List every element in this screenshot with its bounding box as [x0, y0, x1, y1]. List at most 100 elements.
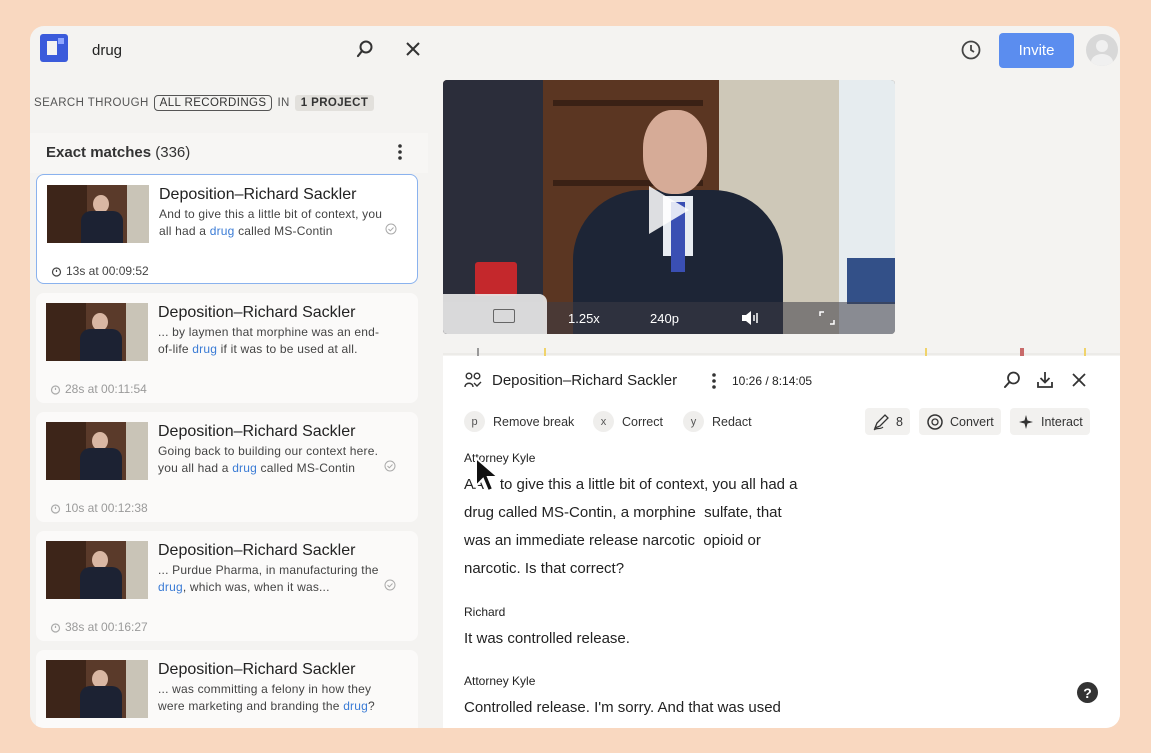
transcript-paragraph[interactable]: It was controlled release. [464, 625, 864, 653]
matches-header: Exact matches (336) [30, 133, 428, 173]
status-check-icon [384, 579, 396, 591]
redact-tool[interactable]: y Redact [683, 411, 752, 432]
matches-count: (336) [155, 144, 191, 161]
volume-icon[interactable] [740, 309, 760, 327]
transcript-search-icon[interactable] [1002, 370, 1022, 390]
interact-button[interactable]: Interact [1010, 408, 1090, 435]
shortcut-key: x [593, 411, 614, 432]
history-icon[interactable] [960, 39, 982, 61]
speaker-name[interactable]: Richard [464, 605, 505, 619]
recording-timeline[interactable] [443, 346, 1120, 358]
playback-time: 10:26 / 8:14:05 [732, 374, 813, 388]
result-thumbnail [46, 303, 148, 361]
result-snippet: ... Purdue Pharma, in manufacturing the … [158, 562, 390, 596]
snippet-text: ... was committing a felony in how they … [158, 682, 372, 713]
transcript-line: Controlled release. I'm sorry. And that … [464, 699, 781, 716]
snippet-highlight: drug [209, 224, 235, 238]
result-thumbnail [46, 541, 148, 599]
transcript-paragraph[interactable]: AA to give this a little bit of context,… [464, 471, 864, 583]
search-result[interactable]: Deposition–Richard Sackler Going back to… [36, 412, 418, 522]
scope-in: IN [277, 97, 290, 109]
search-scope: SEARCH THROUGH ALL RECORDINGS IN 1 PROJE… [34, 95, 375, 111]
search-result[interactable]: Deposition–Richard Sackler ... was commi… [36, 650, 418, 728]
stopwatch-icon [50, 503, 61, 514]
timestamp-text: 13s at 00:09:52 [66, 264, 149, 278]
correct-tool[interactable]: x Correct [593, 411, 663, 432]
status-check-icon [384, 460, 396, 472]
video-quality[interactable]: 240p [650, 311, 679, 326]
shortcut-key: y [683, 411, 704, 432]
help-button[interactable]: ? [1077, 682, 1098, 703]
result-snippet: Going back to building our context here.… [158, 443, 390, 477]
stopwatch-icon [50, 622, 61, 633]
close-transcript-icon[interactable] [1070, 371, 1088, 389]
result-thumbnail [46, 660, 148, 718]
transcript-line: was an immediate release narcotic opioid… [464, 532, 761, 549]
snippet-highlight: drug [158, 580, 183, 594]
transcript-options-icon[interactable] [711, 372, 717, 390]
clear-search-icon[interactable] [402, 38, 424, 60]
fullscreen-icon[interactable] [819, 311, 835, 325]
app-window: drug Invite SEARCH THROUGH ALL RECORDING… [30, 26, 1120, 728]
matches-title: Exact matches (336) [46, 144, 190, 161]
result-snippet: ... by laymen that morphine was an end-o… [158, 324, 390, 358]
video-player[interactable]: 1.25x 240p [443, 80, 895, 334]
app-logo[interactable] [40, 34, 68, 62]
result-thumbnail [46, 422, 148, 480]
top-bar: drug Invite [30, 26, 1120, 76]
recordings-scope-dropdown[interactable]: ALL RECORDINGS [153, 95, 273, 111]
result-timestamp: 28s at 00:11:54 [50, 382, 147, 396]
edits-button[interactable]: 8 [865, 408, 910, 435]
captions-button[interactable] [443, 294, 547, 334]
more-options-icon[interactable] [397, 143, 403, 161]
result-snippet: ... was committing a felony in how they … [158, 681, 390, 715]
transcript-panel: Deposition–Richard Sackler 10:26 / 8:14:… [443, 356, 1120, 728]
play-icon[interactable] [649, 186, 689, 234]
result-title: Deposition–Richard Sackler [158, 661, 356, 678]
user-avatar[interactable] [1086, 34, 1118, 66]
timestamp-text: 10s at 00:12:38 [65, 501, 148, 515]
search-icon[interactable] [354, 38, 376, 60]
stopwatch-icon [50, 384, 61, 395]
scope-prefix: SEARCH THROUGH [34, 97, 149, 109]
status-check-icon [385, 223, 397, 235]
search-input[interactable]: drug [92, 42, 122, 59]
snippet-text: called MS-Contin [234, 224, 333, 238]
captions-icon [493, 309, 515, 323]
search-result[interactable]: Deposition–Richard Sackler ... Purdue Ph… [36, 531, 418, 641]
interact-label: Interact [1041, 414, 1083, 429]
shortcut-key: p [464, 411, 485, 432]
result-snippet: And to give this a little bit of context… [159, 206, 391, 240]
result-timestamp: 38s at 00:16:27 [50, 620, 148, 634]
playback-speed[interactable]: 1.25x [568, 311, 600, 326]
search-result[interactable]: Deposition–Richard Sackler And to give t… [36, 174, 418, 284]
stopwatch-icon [51, 266, 62, 277]
snippet-highlight: drug [343, 699, 369, 713]
search-results-panel: SEARCH THROUGH ALL RECORDINGS IN 1 PROJE… [30, 82, 428, 728]
transcript-line: narcotic. Is that correct? [464, 560, 625, 577]
remove-break-tool[interactable]: p Remove break [464, 411, 574, 432]
tool-label: Redact [712, 414, 752, 429]
transcript-line: It was controlled release. [464, 630, 630, 647]
result-timestamp: 10s at 00:12:38 [50, 501, 148, 515]
convert-button[interactable]: Convert [919, 408, 1001, 435]
tool-label: Remove break [493, 414, 575, 429]
speaker-name[interactable]: Attorney Kyle [464, 674, 535, 688]
transcript-title: Deposition–Richard Sackler [492, 372, 678, 389]
invite-button[interactable]: Invite [999, 33, 1074, 68]
sparkle-icon [1019, 414, 1033, 429]
download-icon[interactable] [1035, 370, 1055, 390]
search-result[interactable]: Deposition–Richard Sackler ... by laymen… [36, 293, 418, 403]
snippet-highlight: drug [232, 461, 258, 475]
mouse-cursor-icon [475, 456, 501, 493]
timestamp-text: 38s at 00:16:27 [65, 620, 148, 634]
result-title: Deposition–Richard Sackler [159, 186, 357, 203]
result-title: Deposition–Richard Sackler [158, 304, 356, 321]
snippet-highlight: drug [192, 342, 218, 356]
transcript-paragraph[interactable]: Controlled release. I'm sorry. And that … [464, 694, 864, 722]
speakers-icon[interactable] [464, 371, 482, 389]
matches-title-label: Exact matches [46, 144, 152, 161]
transcript-line: drug called MS-Contin, a morphine sulfat… [464, 504, 782, 521]
snippet-text: ... Purdue Pharma, in manufacturing the [158, 563, 379, 577]
project-scope-dropdown[interactable]: 1 PROJECT [294, 95, 375, 111]
